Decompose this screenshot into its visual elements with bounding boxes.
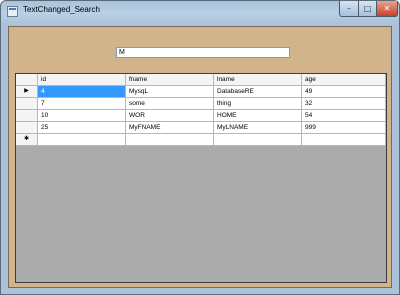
cell-fname[interactable]: some	[126, 98, 214, 110]
table-row[interactable]: 7 some thing 32	[16, 98, 386, 110]
top-left-header-cell[interactable]	[16, 74, 38, 86]
app-window: TextChanged_Search – □ ✕ id fname lname …	[0, 0, 400, 295]
table-row[interactable]: 10 WOR HOME 54	[16, 110, 386, 122]
new-cell-fname[interactable]	[126, 134, 214, 146]
column-header-fname[interactable]: fname	[126, 74, 214, 86]
grid-header-row: id fname lname age	[16, 74, 386, 86]
app-icon[interactable]	[7, 6, 18, 17]
column-header-id[interactable]: id	[38, 74, 126, 86]
new-row[interactable]: ✱	[16, 134, 386, 146]
column-header-age[interactable]: age	[302, 74, 386, 86]
maximize-button[interactable]: □	[358, 1, 377, 17]
new-row-asterisk-icon[interactable]: ✱	[16, 134, 38, 146]
cell-fname[interactable]: MysqL	[126, 86, 214, 98]
new-cell-lname[interactable]	[214, 134, 302, 146]
current-row-indicator-icon[interactable]: ▶	[16, 86, 38, 98]
table-row[interactable]: ▶ 4 MysqL DatabaseRE 49	[16, 86, 386, 98]
cell-age[interactable]: 49	[302, 86, 386, 98]
data-grid[interactable]: id fname lname age ▶ 4 MysqL DatabaseRE …	[15, 73, 387, 283]
form-client-area: id fname lname age ▶ 4 MysqL DatabaseRE …	[8, 26, 392, 288]
row-header[interactable]	[16, 122, 38, 134]
cell-fname[interactable]: MyFNAME	[126, 122, 214, 134]
cell-lname[interactable]: DatabaseRE	[214, 86, 302, 98]
cell-id[interactable]: 10	[38, 110, 126, 122]
table-row[interactable]: 25 MyFNAME MyLNAME 999	[16, 122, 386, 134]
cell-lname[interactable]: thing	[214, 98, 302, 110]
cell-id[interactable]: 25	[38, 122, 126, 134]
cell-lname[interactable]: HOME	[214, 110, 302, 122]
window-title: TextChanged_Search	[23, 5, 100, 14]
cell-age[interactable]: 999	[302, 122, 386, 134]
cell-id[interactable]: 4	[38, 86, 126, 98]
close-button[interactable]: ✕	[376, 1, 398, 17]
column-header-lname[interactable]: lname	[214, 74, 302, 86]
search-input[interactable]	[116, 47, 290, 58]
new-cell-age[interactable]	[302, 134, 386, 146]
row-header[interactable]	[16, 110, 38, 122]
cell-age[interactable]: 54	[302, 110, 386, 122]
cell-age[interactable]: 32	[302, 98, 386, 110]
cell-fname[interactable]: WOR	[126, 110, 214, 122]
title-bar[interactable]: TextChanged_Search – □ ✕	[1, 1, 399, 23]
new-cell-id[interactable]	[38, 134, 126, 146]
cell-lname[interactable]: MyLNAME	[214, 122, 302, 134]
cell-id[interactable]: 7	[38, 98, 126, 110]
minimize-button[interactable]: –	[339, 1, 359, 17]
row-header[interactable]	[16, 98, 38, 110]
